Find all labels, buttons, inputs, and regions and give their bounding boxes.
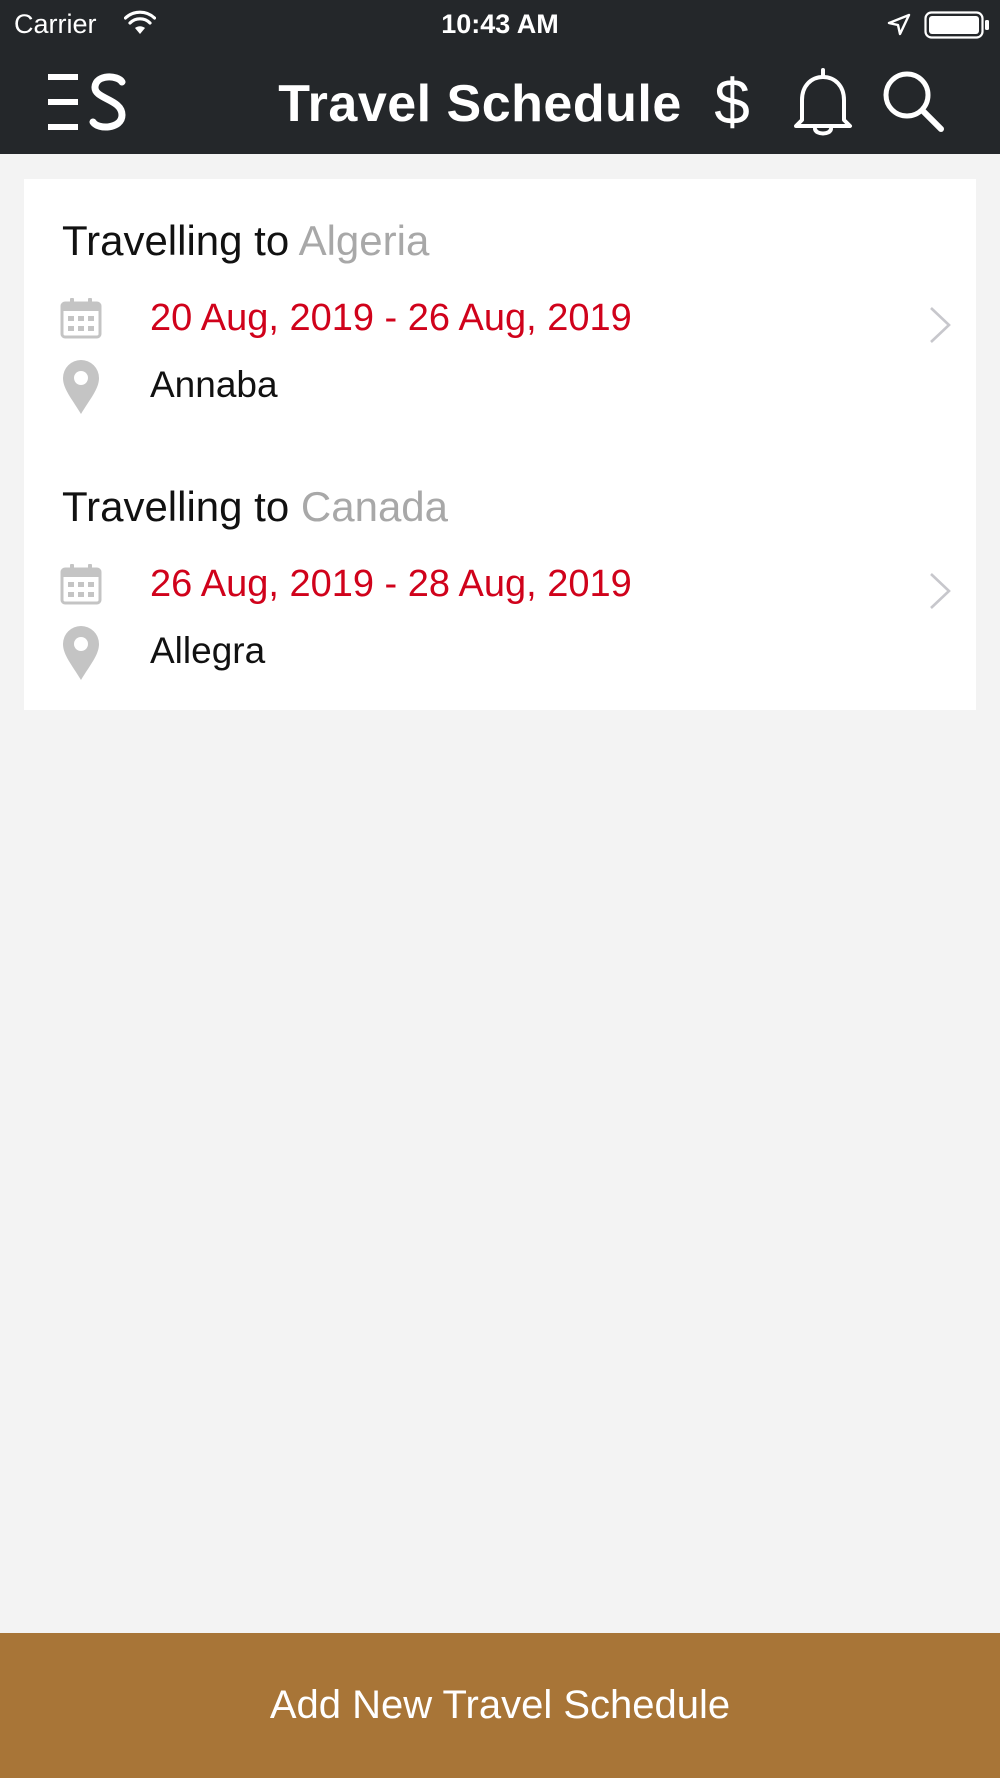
nav-bar: Travel Schedule $ [0,50,1000,154]
travel-schedule-list: Travelling to Algeria 20 Aug, 2019 - 26 … [24,179,976,710]
trip-country: Canada [300,483,449,530]
map-pin-icon [63,626,99,680]
map-pin-icon [63,360,99,414]
trip-prefix: Travelling to [62,483,290,530]
trip-dates: 26 Aug, 2019 - 28 Aug, 2019 [150,563,632,605]
chevron-right-icon [930,307,951,343]
calendar-icon [60,564,102,605]
add-travel-schedule-button[interactable]: Add New Travel Schedule [0,1633,1000,1778]
trip-title: Travelling to Canada [62,483,448,531]
dollar-icon[interactable]: $ [704,64,760,140]
bell-icon[interactable] [790,66,856,138]
trip-title: Travelling to Algeria [62,217,429,265]
battery-icon [924,11,989,39]
trip-city: Allegra [150,630,266,671]
location-arrow-icon [887,13,911,36]
status-time: 10:43 AM [441,9,559,39]
trip-prefix: Travelling to [62,217,290,264]
trip-country: Algeria [298,217,430,264]
chevron-right-icon [930,573,951,609]
trip-item[interactable]: Travelling to Algeria 20 Aug, 2019 - 26 … [24,217,976,457]
trip-item[interactable]: Travelling to Canada 26 Aug, 2019 - 28 A… [24,483,976,723]
calendar-icon [60,298,102,339]
top-bar: Carrier 10:43 AM Travel Schedule $ [0,0,1000,154]
status-bar: Carrier 10:43 AM [0,0,1000,50]
trip-dates: 20 Aug, 2019 - 26 Aug, 2019 [150,297,632,339]
trip-city: Annaba [150,364,278,405]
search-icon[interactable] [880,68,946,134]
